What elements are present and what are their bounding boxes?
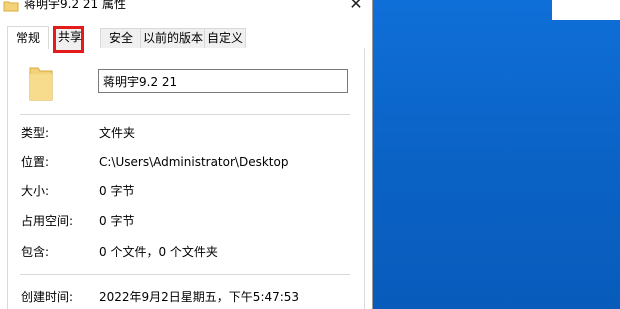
created-value: 2022年9月2日星期五，下午5:47:53 — [99, 290, 300, 304]
tab-security[interactable]: 安全 — [100, 28, 142, 48]
folder-name-input[interactable] — [98, 69, 348, 93]
location-label: 位置: — [21, 155, 50, 169]
properties-dialog: 蒋明宇9.2 21 属性 ✕ 常规 共享 安全 以前的版本 自定义 类型: 文件… — [0, 0, 373, 309]
size-label: 大小: — [21, 184, 50, 198]
close-icon: ✕ — [349, 0, 363, 13]
created-label: 创建时间: — [21, 290, 74, 304]
title-bar[interactable]: 蒋明宇9.2 21 属性 ✕ — [0, 0, 372, 14]
size-value: 0 字节 — [99, 184, 135, 198]
contains-label: 包含: — [21, 245, 50, 259]
tab-general[interactable]: 常规 — [7, 26, 49, 49]
divider — [20, 114, 350, 115]
general-panel: 类型: 文件夹 位置: C:\Users\Administrator\Deskt… — [7, 48, 365, 309]
tab-bar: 常规 共享 安全 以前的版本 自定义 — [7, 26, 363, 49]
contains-value: 0 个文件，0 个文件夹 — [99, 245, 218, 259]
type-label: 类型: — [21, 126, 50, 140]
background-window — [552, 0, 620, 20]
folder-icon — [26, 66, 56, 102]
folder-icon — [3, 0, 19, 12]
tab-previous-versions[interactable]: 以前的版本 — [140, 28, 206, 48]
location-value: C:\Users\Administrator\Desktop — [99, 155, 289, 169]
type-value: 文件夹 — [99, 126, 136, 140]
disk-usage-value: 0 字节 — [99, 214, 135, 228]
disk-usage-label: 占用空间: — [21, 214, 74, 228]
close-button[interactable]: ✕ — [342, 0, 370, 14]
dialog-title: 蒋明宇9.2 21 属性 — [24, 0, 126, 11]
divider — [20, 274, 350, 275]
tab-customize[interactable]: 自定义 — [204, 28, 246, 48]
tab-sharing[interactable]: 共享 — [53, 28, 87, 47]
